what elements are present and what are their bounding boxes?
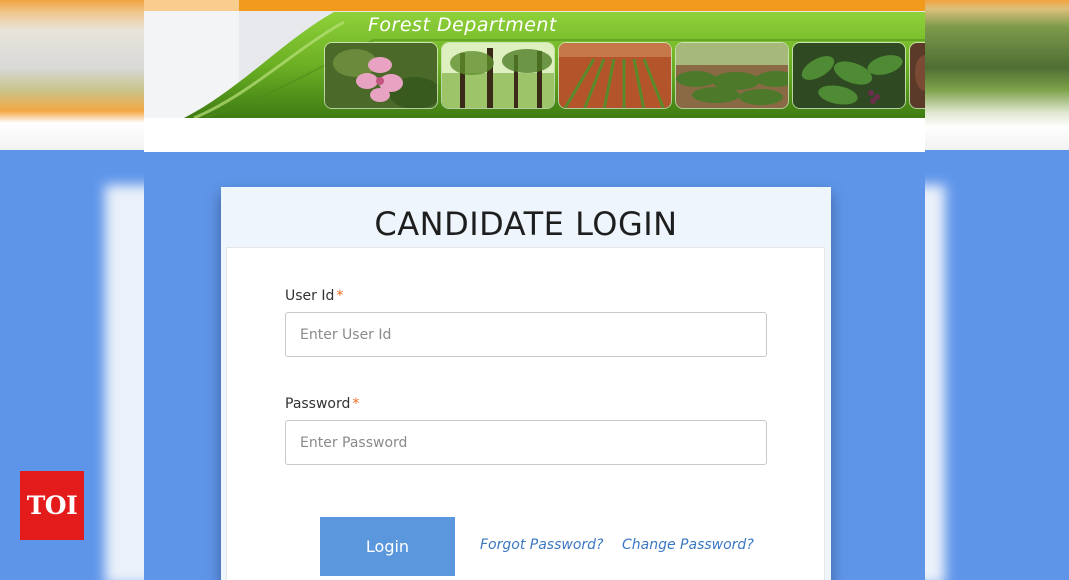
flower-photo: [324, 42, 438, 109]
login-button[interactable]: Login: [320, 517, 455, 576]
partial-photo: [909, 42, 925, 109]
forgot-password-link[interactable]: Forgot Password?: [480, 537, 603, 553]
page: Forest Department User Id * Enter User I…: [144, 0, 925, 580]
login-card: User Id* Password* Login Forgot Password…: [221, 187, 831, 580]
nursery-photo: [675, 42, 789, 109]
login-title: CANDIDATE LOGIN: [374, 205, 678, 243]
toi-watermark-logo: TOI: [20, 471, 84, 540]
password-label: Password *: [285, 396, 360, 412]
user-id-input[interactable]: [285, 312, 767, 357]
required-marker: *: [336, 288, 344, 304]
plantation-photo: [558, 42, 672, 109]
user-id-label: User Id *: [285, 288, 344, 304]
login-form: User Id* Password* Login Forgot Password…: [226, 247, 825, 580]
forest-photo: [441, 42, 555, 109]
change-password-link[interactable]: Change Password?: [622, 537, 754, 553]
header-banner: Forest Department: [144, 0, 925, 118]
plant-photo: [792, 42, 906, 109]
banner-bottom-strip: [144, 118, 925, 152]
backdrop-right: [925, 0, 1069, 580]
password-input[interactable]: [285, 420, 767, 465]
required-marker: *: [352, 396, 360, 412]
banner-title: Forest Department: [368, 14, 557, 36]
